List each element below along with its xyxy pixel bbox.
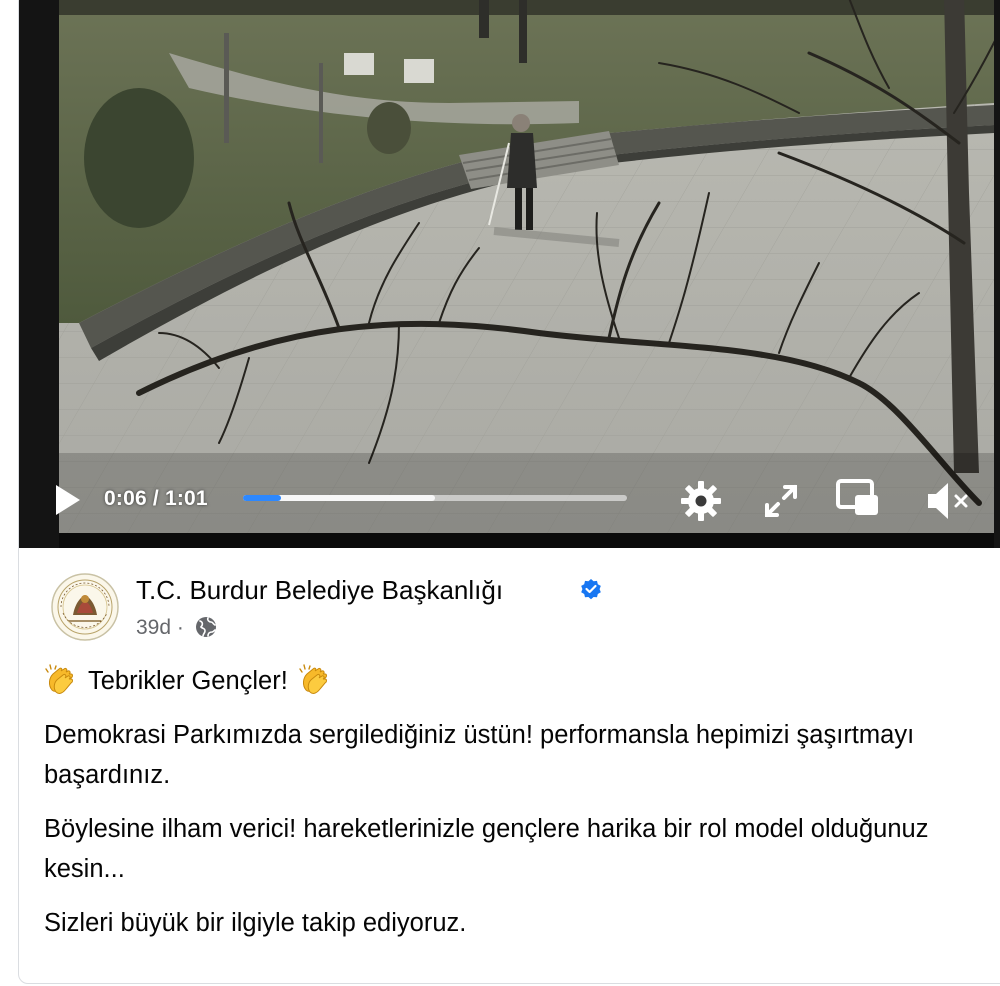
meta-dot: · (176, 616, 184, 639)
video-frame (19, 0, 1000, 548)
page-avatar[interactable] (51, 573, 119, 641)
video-time: 0:06 / 1:01 (104, 487, 208, 511)
progress-bar[interactable] (243, 495, 627, 501)
fullscreen-icon[interactable] (761, 481, 801, 521)
settings-gear-icon[interactable] (679, 479, 723, 523)
post-paragraph: Böylesine ilham verici! hareketlerinizle… (44, 815, 929, 883)
video-player[interactable]: 0:06 / 1:01 (19, 0, 1000, 548)
post-card: 0:06 / 1:01 T.C. Burdur Belediye Başkanl… (18, 0, 1000, 984)
duration: 1:01 (164, 487, 208, 510)
time-separator: / (152, 487, 159, 510)
page-name[interactable]: T.C. Burdur Belediye Başkanlığı (136, 575, 503, 606)
post-headline: Tebrikler Gençler! (44, 661, 994, 701)
globe-icon[interactable] (194, 615, 218, 639)
post-text: Tebrikler Gençler! Demokrasi Parkımızda … (44, 661, 994, 957)
current-time: 0:06 (104, 487, 147, 510)
play-icon[interactable] (52, 483, 82, 517)
video-controls: 0:06 / 1:01 (19, 473, 1000, 533)
post-header: T.C. Burdur Belediye Başkanlığı 39d · (19, 553, 1000, 653)
clapping-hands-icon (45, 664, 73, 694)
post-timestamp[interactable]: 39d (136, 616, 171, 639)
post-paragraph: Sizleri büyük bir ilgiyle takip ediyoruz… (44, 909, 467, 937)
headline-text: Tebrikler Gençler! (88, 667, 288, 695)
post-paragraph: Demokrasi Parkımızda sergilediğiniz üstü… (44, 721, 915, 789)
post-meta: 39d · (136, 615, 218, 640)
verified-badge-icon (581, 579, 601, 600)
volume-muted-icon[interactable] (924, 479, 974, 523)
picture-in-picture-icon[interactable] (835, 477, 881, 521)
progress-fill (243, 495, 281, 501)
clapping-hands-icon (299, 664, 327, 694)
